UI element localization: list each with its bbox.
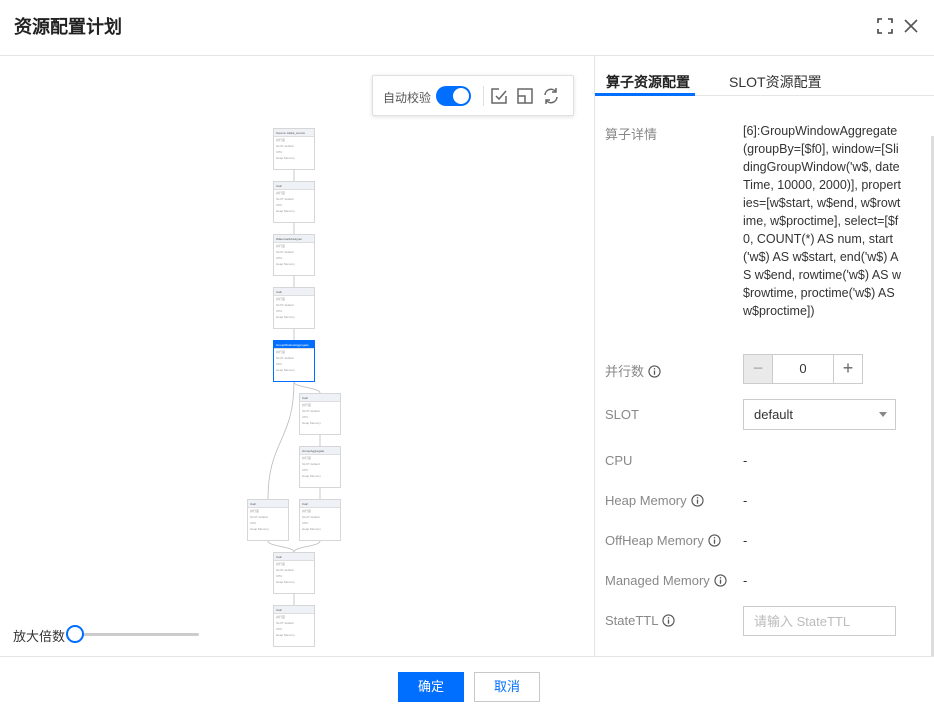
- graph-node[interactable]: Calc 并行度 SLOT default CPU Heap Memory: [299, 499, 341, 541]
- fit-view-icon[interactable]: [490, 87, 508, 105]
- graph-node[interactable]: Calc 并行度 SLOT default CPU Heap Memory: [273, 605, 315, 647]
- heap-memory-value: -: [743, 493, 748, 508]
- graph-node-row: Heap Memory: [302, 474, 321, 478]
- graph-node-row: Heap Memory: [250, 527, 269, 531]
- fullscreen-icon[interactable]: [876, 17, 894, 35]
- info-icon: [708, 534, 721, 547]
- graph-node-title: Calc: [248, 500, 288, 508]
- cpu-value: -: [743, 453, 748, 468]
- refresh-icon[interactable]: [542, 87, 560, 105]
- tab-slot-resource[interactable]: SLOT资源配置: [729, 72, 822, 92]
- graph-node[interactable]: Calc 并行度 SLOT default CPU Heap Memory: [273, 552, 315, 594]
- parallelism-stepper: − 0 +: [743, 354, 863, 384]
- graph-edge: [293, 381, 321, 394]
- parallelism-value[interactable]: 0: [774, 355, 832, 383]
- graph-node-title: Calc: [274, 182, 314, 190]
- chevron-down-icon: [879, 412, 887, 417]
- auto-check-label: 自动校验: [383, 91, 432, 105]
- active-tab-indicator: [595, 93, 695, 96]
- graph-node-row: Heap Memory: [276, 156, 295, 160]
- cancel-button[interactable]: 取消: [474, 672, 540, 702]
- zoom-label: 放大倍数: [13, 629, 66, 644]
- slot-select-value: default: [754, 407, 794, 422]
- resource-panel: 算子资源配置 SLOT资源配置 算子详情 [6]:GroupWindowAggr…: [594, 56, 934, 656]
- graph-edge: [293, 540, 321, 553]
- toolbar-divider: [483, 86, 484, 106]
- offheap-memory-label: OffHeap Memory: [605, 533, 721, 548]
- graph-node-title: Calc: [274, 288, 314, 296]
- zoom-slider-track[interactable]: [75, 633, 199, 636]
- confirm-button[interactable]: 确定: [398, 672, 464, 702]
- auto-check-switch[interactable]: [436, 86, 471, 106]
- panel-tabs: 算子资源配置 SLOT资源配置: [595, 56, 934, 96]
- graph-node-row: Heap Memory: [276, 580, 295, 584]
- tab-operator-resource[interactable]: 算子资源配置: [606, 72, 690, 92]
- slot-select[interactable]: default: [743, 399, 896, 430]
- graph-node[interactable]: WatermarkAssigner 并行度 SLOT default CPU Heap …: [273, 234, 315, 276]
- graph-node[interactable]: Calc 并行度 SLOT default CPU Heap Memory: [273, 287, 315, 329]
- graph-node-row: Heap Memory: [276, 209, 295, 213]
- increment-button[interactable]: +: [833, 355, 862, 383]
- managed-memory-value: -: [743, 573, 748, 588]
- expand-icon[interactable]: [516, 87, 534, 105]
- dialog-header: 资源配置计划: [0, 0, 934, 56]
- detail-value: [6]:GroupWindowAggregate(groupBy=[$f0], …: [743, 124, 901, 318]
- offheap-memory-value: -: [743, 533, 748, 548]
- graph-node[interactable]: Calc 并行度 SLOT default CPU Heap Memory: [247, 499, 289, 541]
- heap-memory-label: Heap Memory: [605, 493, 704, 508]
- graph-node[interactable]: Calc 并行度 SLOT default CPU Heap Memory: [299, 393, 341, 435]
- graph-node-title: GroupAggregate: [300, 447, 340, 455]
- graph-node-row: Heap Memory: [302, 421, 321, 425]
- info-icon: [662, 614, 676, 627]
- state-ttl-label: StateTTL: [605, 613, 676, 628]
- graph-node-row: Heap Memory: [302, 527, 321, 531]
- decrement-button[interactable]: −: [744, 355, 773, 383]
- graph-node-title: GroupWindowAggregate: [274, 341, 314, 349]
- graph-node-row: Heap Memory: [276, 368, 295, 372]
- graph-node-row: Heap Memory: [276, 315, 295, 319]
- graph-node[interactable]: Calc 并行度 SLOT default CPU Heap Memory: [273, 181, 315, 223]
- graph-node[interactable]: GroupWindowAggregate 并行度 SLOT default CPU He…: [273, 340, 315, 382]
- graph-edge: [267, 381, 295, 500]
- graph-node[interactable]: Source: kafka_source 并行度 SLOT default CPU He…: [273, 128, 315, 170]
- graph-node-row: Heap Memory: [276, 633, 295, 637]
- slot-label: SLOT: [605, 407, 639, 422]
- graph-node-title: Calc: [274, 606, 314, 614]
- info-icon: [691, 494, 704, 507]
- graph-node[interactable]: GroupAggregate 并行度 SLOT default CPU Heap Mem…: [299, 446, 341, 488]
- graph-node-title: Calc: [274, 553, 314, 561]
- close-icon[interactable]: [902, 17, 920, 35]
- parallelism-label: 并行数: [605, 361, 661, 380]
- managed-memory-label: Managed Memory: [605, 573, 727, 588]
- cpu-label: CPU: [605, 453, 633, 468]
- zoom-slider-thumb[interactable]: [66, 625, 84, 643]
- graph-node-row: Heap Memory: [276, 262, 295, 266]
- info-icon: [714, 574, 727, 587]
- graph-node-title: Calc: [300, 500, 340, 508]
- graph-node-title: WatermarkAssigner: [274, 235, 314, 243]
- info-icon: [648, 365, 661, 378]
- graph-edge: [267, 540, 295, 553]
- canvas-toolbar: 自动校验: [372, 75, 574, 116]
- dialog-footer: 确定 取消: [0, 656, 934, 712]
- state-ttl-input[interactable]: [743, 606, 896, 636]
- detail-label: 算子详情: [605, 127, 658, 142]
- graph-canvas[interactable]: Source: kafka_source 并行度 SLOT default CPU He…: [0, 56, 594, 656]
- dialog-title: 资源配置计划: [14, 17, 122, 37]
- graph-node-title: Calc: [300, 394, 340, 402]
- graph-node-title: Source: kafka_source: [274, 129, 314, 137]
